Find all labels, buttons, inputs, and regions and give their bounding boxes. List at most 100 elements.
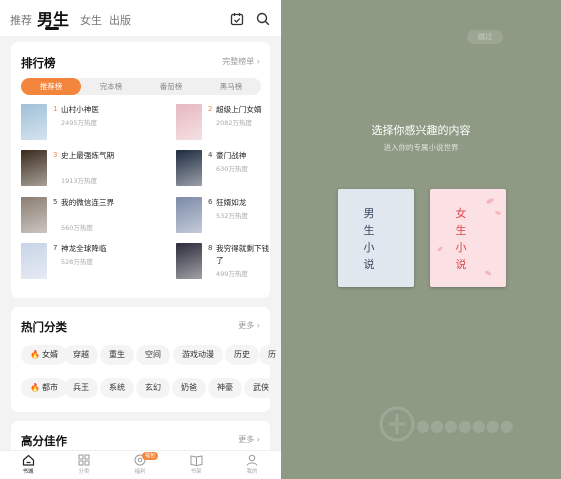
book-cover[interactable] [176, 197, 202, 233]
book-title[interactable]: 山村小神医 [61, 104, 121, 116]
book-heat: 1913万热度 [61, 177, 98, 185]
rank-item[interactable]: 8 我穷得就剩下钱了 499万热度 [176, 243, 281, 283]
book-cover[interactable] [21, 243, 47, 279]
segment-darkhorse[interactable]: 黑马榜 [201, 78, 261, 95]
category-label: 都市 [41, 383, 58, 392]
rank-item[interactable]: 3 史上最强炼气期 1913万热度 [21, 150, 141, 190]
category-chip[interactable]: 系统 [100, 378, 134, 398]
petals-decoration [437, 198, 501, 276]
rank-number: 6 [208, 198, 213, 206]
category-label: 空间 [145, 350, 161, 359]
rank-number: 5 [53, 198, 58, 206]
male-novel-option[interactable]: 男生小说 [338, 189, 414, 287]
tab-female[interactable]: 女生 [80, 12, 102, 28]
book-heat: 2082万热度 [216, 119, 253, 127]
category-chip[interactable]: 历 [259, 345, 281, 365]
toprated-title: 高分佳作 [21, 434, 67, 448]
rank-item[interactable]: 7 神龙全球降临 528万热度 [21, 243, 141, 283]
book-title[interactable]: 我的微信连三界 [61, 197, 121, 209]
category-label: 重生 [109, 350, 125, 359]
bottom-navigation: 书城 分类 福包 福利 书架 我的 [0, 450, 281, 479]
rank-number: 2 [208, 105, 213, 113]
rank-number: 7 [53, 244, 58, 252]
category-label: 奶爸 [181, 383, 197, 392]
category-chip[interactable]: 重生 [100, 345, 134, 365]
skip-button[interactable]: 跳过 [467, 30, 503, 44]
book-heat: 528万热度 [61, 258, 93, 266]
book-cover[interactable] [21, 104, 47, 140]
book-cover[interactable] [176, 243, 202, 279]
book-heat: 630万热度 [216, 165, 248, 173]
nav-welfare-label: 福利 [134, 469, 146, 475]
rank-item[interactable]: 2 超级上门女婿 2082万热度 [176, 104, 281, 144]
book-title[interactable]: 超级上门女婿 [216, 104, 276, 116]
book-heat: 532万热度 [216, 212, 248, 220]
nav-bookshelf-label: 书架 [190, 469, 202, 475]
fire-icon: 🔥 [30, 350, 40, 359]
book-title[interactable]: 我穷得就剩下钱了 [216, 243, 276, 267]
segment-complete[interactable]: 完本榜 [81, 78, 141, 95]
male-novel-label: 男生小说 [363, 207, 375, 271]
book-title[interactable]: 豪门战神 [216, 150, 276, 162]
segment-fanqie[interactable]: 番茄榜 [141, 78, 201, 95]
grid-icon [78, 454, 90, 466]
category-chip[interactable]: 🔥 都市 [21, 378, 67, 398]
female-novel-option[interactable]: 女生小说 [430, 189, 506, 287]
tab-publish[interactable]: 出版 [109, 12, 131, 28]
top-navigation: 推荐 男生 女生 出版 [0, 0, 281, 36]
search-icon[interactable] [256, 12, 270, 26]
rank-number: 4 [208, 151, 213, 159]
categories-title: 热门分类 [21, 320, 67, 334]
book-title[interactable]: 史上最强炼气期 [61, 150, 121, 162]
book-title[interactable]: 神龙全球降临 [61, 243, 121, 255]
category-chip[interactable]: 奶爸 [172, 378, 206, 398]
nav-bookstore-label: 书城 [22, 469, 34, 475]
category-chip[interactable]: 穿越 [64, 345, 98, 365]
category-label: 历 [268, 350, 276, 359]
category-chip[interactable]: 玄幻 [136, 378, 170, 398]
category-label: 玄幻 [145, 383, 161, 392]
category-label: 系统 [109, 383, 125, 392]
nav-bookstore[interactable]: 书城 [8, 454, 48, 475]
rank-number: 8 [208, 244, 213, 252]
category-chip[interactable]: 武侠 [244, 378, 278, 398]
book-cover[interactable] [21, 197, 47, 233]
book-cover[interactable] [176, 150, 202, 186]
watermark-logo-icon [379, 406, 415, 442]
calendar-check-icon[interactable] [230, 12, 244, 26]
nav-category[interactable]: 分类 [64, 454, 104, 475]
category-label: 游戏动漫 [182, 350, 214, 359]
category-chip[interactable]: 空间 [136, 345, 170, 365]
category-chip[interactable]: 🔥 女婿 [21, 345, 67, 365]
category-label: 女婿 [41, 350, 58, 359]
rank-item[interactable]: 4 豪门战神 630万热度 [176, 150, 281, 190]
nav-bookshelf[interactable]: 书架 [176, 454, 216, 475]
watermark-text: ●●●●●●● [416, 416, 514, 435]
category-chip[interactable]: 历史 [225, 345, 259, 365]
rank-item[interactable]: 5 我的微信连三界 560万热度 [21, 197, 141, 237]
rank-item[interactable]: 6 狂婿如龙 532万热度 [176, 197, 281, 237]
category-label: 穿越 [73, 350, 89, 359]
segment-recommend[interactable]: 推荐榜 [21, 78, 81, 95]
welfare-badge: 福包 [142, 452, 159, 460]
nav-profile-label: 我的 [246, 469, 258, 475]
nav-category-label: 分类 [78, 469, 90, 475]
rank-number: 1 [53, 105, 58, 113]
ranking-title: 排行榜 [21, 56, 56, 70]
nav-welfare[interactable]: 福包 福利 [120, 452, 160, 475]
ranking-more-link[interactable]: 完整榜单 › [222, 56, 260, 67]
tab-recommend[interactable]: 推荐 [10, 12, 32, 28]
category-label: 兵王 [73, 383, 89, 392]
toprated-more-link[interactable]: 更多 › [238, 434, 260, 445]
rank-item[interactable]: 1 山村小神医 2495万热度 [21, 104, 141, 144]
book-cover[interactable] [21, 150, 47, 186]
book-title[interactable]: 狂婿如龙 [216, 197, 276, 209]
interest-subtitle: 进入你的专属小说世界 [383, 143, 459, 152]
nav-profile[interactable]: 我的 [232, 454, 272, 475]
categories-more-link[interactable]: 更多 › [238, 320, 260, 331]
user-icon [246, 454, 258, 466]
category-chip[interactable]: 游戏动漫 [173, 345, 223, 365]
book-cover[interactable] [176, 104, 202, 140]
category-chip[interactable]: 兵王 [64, 378, 98, 398]
category-chip[interactable]: 神豪 [208, 378, 242, 398]
